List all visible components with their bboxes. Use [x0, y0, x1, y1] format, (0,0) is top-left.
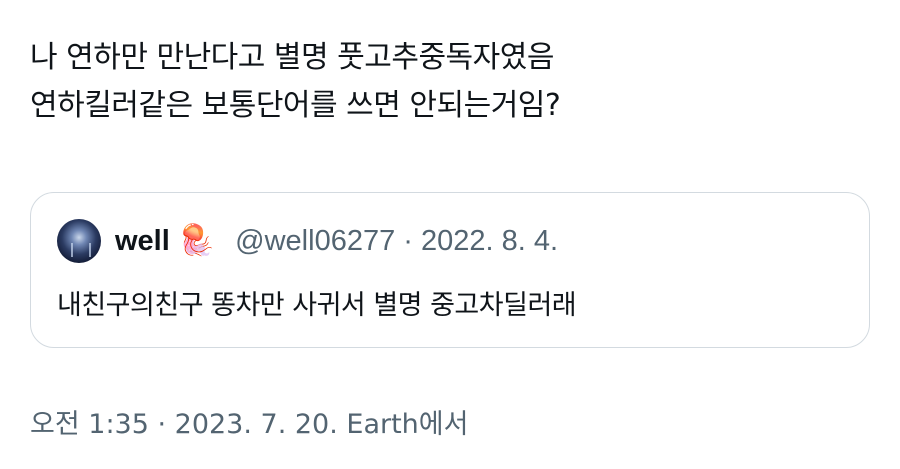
tweet-text: 나 연하만 만난다고 별명 풋고추중독자였음 연하킬러같은 보통단어를 쓰면 안… [30, 34, 870, 130]
quoted-tweet-card[interactable]: well 🪼 @well06277 · 2022. 8. 4. 내친구의친구 똥… [30, 192, 870, 348]
quoted-handle-date[interactable]: @well06277 · 2022. 8. 4. [235, 225, 558, 258]
quoted-display-name[interactable]: well [115, 225, 170, 258]
quoted-tweet-text: 내친구의친구 똥차만 사귀서 별명 중고차딜러래 [57, 290, 577, 321]
tweet-text-line-1: 나 연하만 만난다고 별명 풋고추중독자였음 [30, 40, 554, 75]
jellyfish-icon: 🪼 [177, 223, 216, 258]
tweet-timestamp[interactable]: 오전 1:35 · 2023. 7. 20. Earth에서 [30, 402, 468, 441]
quoted-tweet-header: well 🪼 @well06277 · 2022. 8. 4. [57, 219, 558, 263]
avatar[interactable] [57, 219, 101, 263]
tweet-text-line-2: 연하킬러같은 보통단어를 쓰면 안되는거임? [30, 88, 561, 123]
